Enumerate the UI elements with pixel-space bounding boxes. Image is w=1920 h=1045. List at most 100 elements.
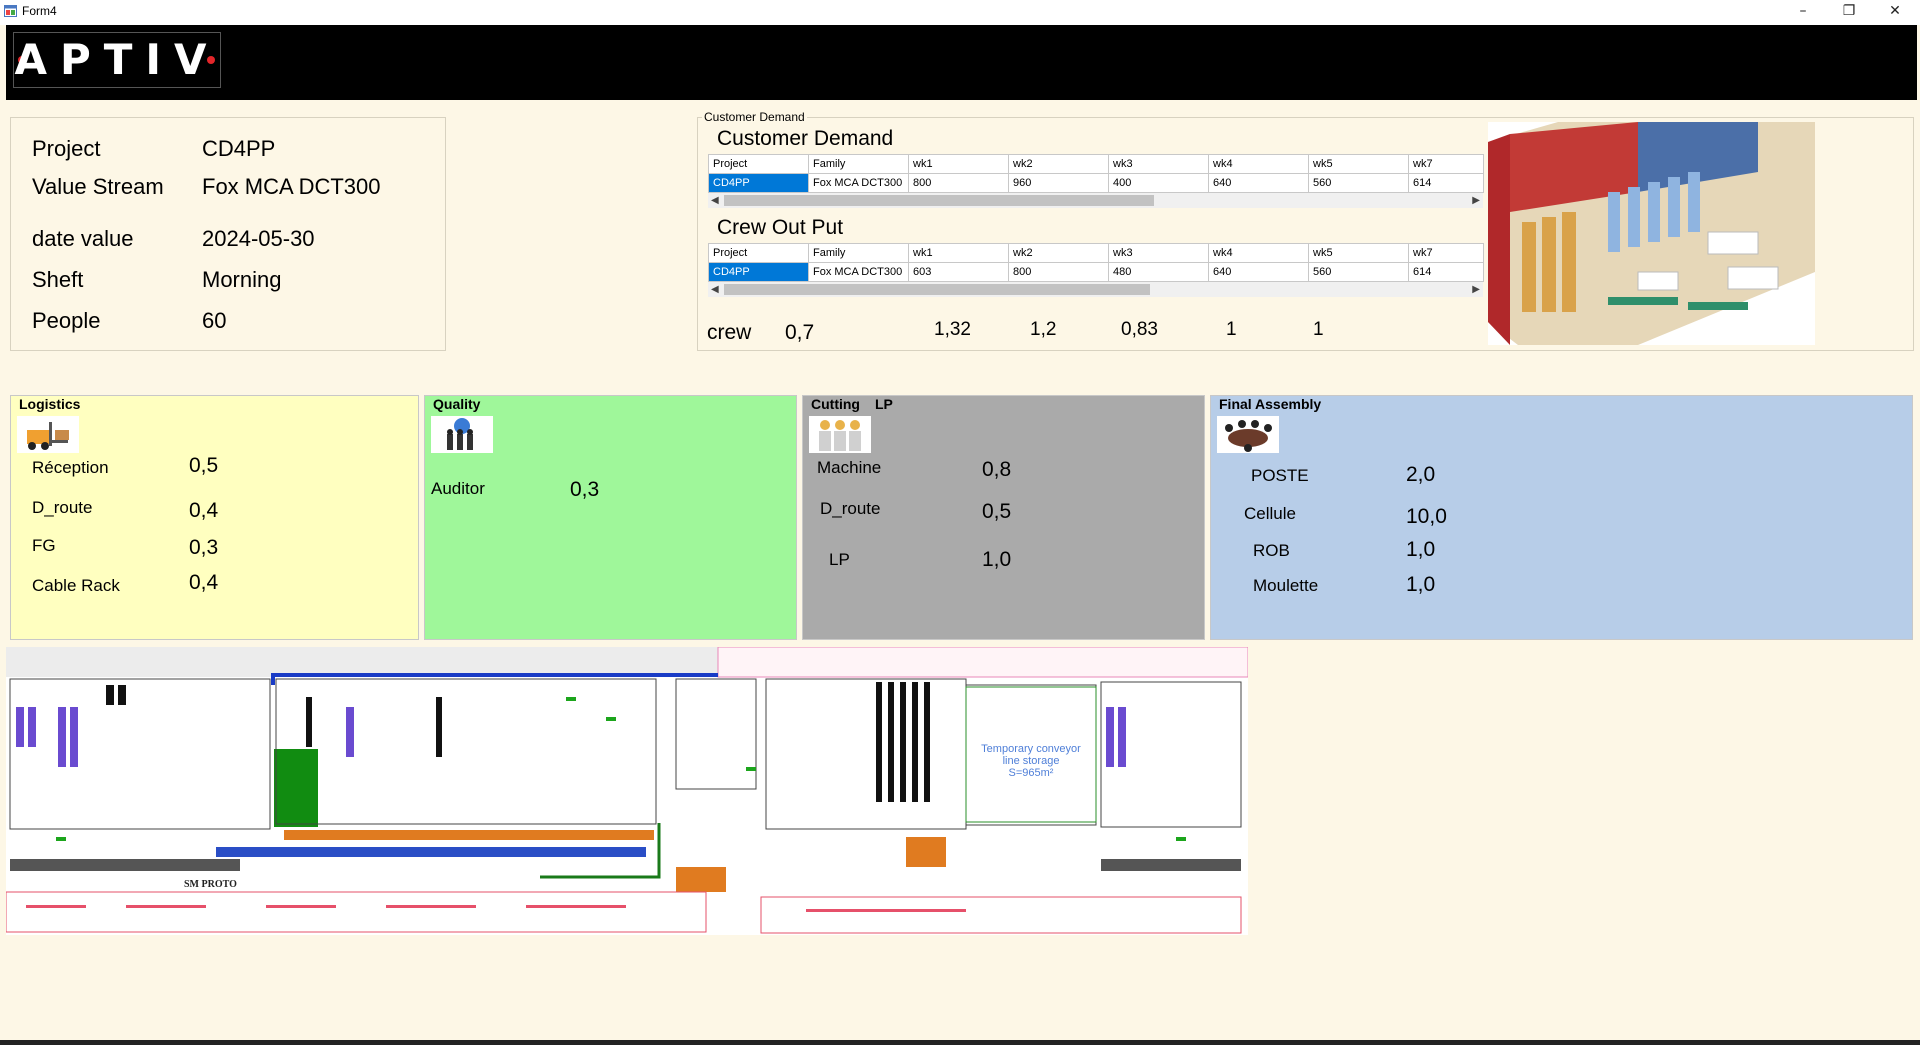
table-cell[interactable]: CD4PP — [708, 262, 809, 282]
customer-demand-title: Customer Demand — [717, 127, 894, 150]
crew-value: 1 — [1226, 319, 1237, 340]
column-header[interactable]: wk5 — [1308, 243, 1409, 263]
crew-value: 1,32 — [934, 319, 971, 340]
cutting-subtitle: LP — [875, 396, 893, 412]
crew-output-scrollbar[interactable]: ◀ ▶ — [708, 282, 1483, 297]
column-header[interactable]: Family — [808, 243, 909, 263]
close-button[interactable]: ✕ — [1872, 0, 1918, 25]
forklift-icon — [17, 416, 79, 453]
final-assembly-panel: Final Assembly POSTE 2,0 Cellule 10,0 RO… — [1210, 395, 1913, 640]
value-stream-label: Value Stream — [32, 174, 164, 199]
header-bar — [6, 25, 1917, 100]
shift-label: Sheft — [32, 267, 84, 292]
table-cell[interactable]: 400 — [1108, 173, 1209, 193]
minimize-button[interactable]: – — [1780, 0, 1826, 25]
final-assembly-title: Final Assembly — [1219, 396, 1322, 412]
final-assembly-label: Moulette — [1253, 576, 1319, 595]
column-header[interactable]: wk4 — [1208, 154, 1309, 174]
logistics-value: 0,4 — [189, 571, 219, 594]
table-row[interactable]: CD4PP Fox MCA DCT300 603 800 480 640 560… — [708, 262, 1484, 282]
column-header[interactable]: Project — [708, 243, 809, 263]
crew-label: crew — [707, 321, 752, 344]
logistics-label: Cable Rack — [32, 576, 120, 595]
scroll-left-icon[interactable]: ◀ — [711, 282, 719, 297]
table-cell[interactable]: 640 — [1208, 262, 1309, 282]
table-cell[interactable]: 560 — [1308, 173, 1409, 193]
table-header-row: Project Family wk1 wk2 wk3 wk4 wk5 wk7 — [708, 243, 1484, 263]
final-assembly-label: POSTE — [1251, 466, 1309, 485]
logo-text: APTIV — [14, 35, 220, 84]
crew-value: 0,83 — [1121, 319, 1158, 340]
column-header[interactable]: Family — [808, 154, 909, 174]
table-cell[interactable]: 614 — [1408, 173, 1484, 193]
final-assembly-value: 1,0 — [1406, 538, 1436, 561]
final-assembly-value: 1,0 — [1406, 573, 1436, 596]
table-cell[interactable]: 480 — [1108, 262, 1209, 282]
people-label: People — [32, 308, 101, 333]
customer-demand-scrollbar[interactable]: ◀ ▶ — [708, 193, 1483, 208]
table-cell[interactable]: 614 — [1408, 262, 1484, 282]
column-header[interactable]: wk3 — [1108, 154, 1209, 174]
table-cell[interactable]: 560 — [1308, 262, 1409, 282]
table-cell[interactable]: 960 — [1008, 173, 1109, 193]
final-assembly-value: 10,0 — [1406, 505, 1447, 528]
column-header[interactable]: wk1 — [908, 243, 1009, 263]
crew-output-title: Crew Out Put — [717, 216, 844, 239]
scroll-right-icon[interactable]: ▶ — [1472, 282, 1480, 297]
cutting-title: Cutting — [811, 396, 860, 412]
table-cell[interactable]: 800 — [908, 173, 1009, 193]
window-title-bar: Form4 – ❐ ✕ — [0, 0, 1920, 25]
final-assembly-value: 2,0 — [1406, 463, 1436, 486]
logistics-value: 0,5 — [189, 454, 219, 477]
cutting-label: Machine — [817, 458, 882, 477]
maximize-button[interactable]: ❐ — [1826, 0, 1872, 25]
logistics-title: Logistics — [19, 396, 81, 412]
shift-value: Morning — [202, 267, 282, 292]
table-cell[interactable]: Fox MCA DCT300 — [808, 262, 909, 282]
project-value: CD4PP — [202, 136, 276, 161]
cutting-label: D_route — [820, 499, 881, 518]
group-legend: Customer Demand — [702, 110, 807, 124]
logistics-value: 0,3 — [189, 536, 219, 559]
table-cell[interactable]: 640 — [1208, 173, 1309, 193]
bottom-edge — [0, 1040, 1920, 1045]
crew-value: 1,2 — [1030, 319, 1057, 340]
project-label: Project — [32, 136, 101, 161]
column-header[interactable]: wk2 — [1008, 154, 1109, 174]
final-assembly-label: Cellule — [1244, 504, 1296, 523]
logistics-value: 0,4 — [189, 499, 219, 522]
cutting-label: LP — [829, 550, 850, 569]
column-header[interactable]: wk2 — [1008, 243, 1109, 263]
workers-icon — [809, 416, 871, 453]
column-header[interactable]: wk7 — [1408, 243, 1484, 263]
scroll-thumb[interactable] — [724, 195, 1154, 206]
cutting-value: 0,8 — [982, 458, 1012, 481]
scroll-thumb[interactable] — [724, 284, 1150, 295]
column-header[interactable]: wk5 — [1308, 154, 1409, 174]
logistics-panel: Logistics Réception 0,5 D_route 0,4 FG 0… — [10, 395, 419, 640]
final-assembly-label: ROB — [1253, 541, 1290, 560]
table-header-row: Project Family wk1 wk2 wk3 wk4 wk5 wk7 — [708, 154, 1484, 174]
quality-value: 0,3 — [570, 478, 600, 501]
scroll-right-icon[interactable]: ▶ — [1472, 193, 1480, 208]
column-header[interactable]: wk4 — [1208, 243, 1309, 263]
table-cell[interactable]: Fox MCA DCT300 — [808, 173, 909, 193]
table-cell[interactable]: 603 — [908, 262, 1009, 282]
layout-label: SM PROTO — [184, 879, 237, 890]
logistics-label: D_route — [32, 498, 93, 517]
column-header[interactable]: wk1 — [908, 154, 1009, 174]
table-cell[interactable]: 800 — [1008, 262, 1109, 282]
table-cell[interactable]: CD4PP — [708, 173, 809, 193]
project-info-panel: Project CD4PP Value Stream Fox MCA DCT30… — [10, 117, 446, 351]
customer-demand-table[interactable]: Project Family wk1 wk2 wk3 wk4 wk5 wk7 C… — [708, 154, 1484, 193]
crew-output-table[interactable]: Project Family wk1 wk2 wk3 wk4 wk5 wk7 C… — [708, 243, 1484, 282]
crew-value: 1 — [1313, 319, 1324, 340]
quality-title: Quality — [433, 396, 481, 412]
scroll-left-icon[interactable]: ◀ — [711, 193, 719, 208]
table-row[interactable]: CD4PP Fox MCA DCT300 800 960 400 640 560… — [708, 173, 1484, 193]
column-header[interactable]: Project — [708, 154, 809, 174]
column-header[interactable]: wk3 — [1108, 243, 1209, 263]
date-value: 2024-05-30 — [202, 226, 315, 251]
date-label: date value — [32, 226, 134, 251]
column-header[interactable]: wk7 — [1408, 154, 1484, 174]
